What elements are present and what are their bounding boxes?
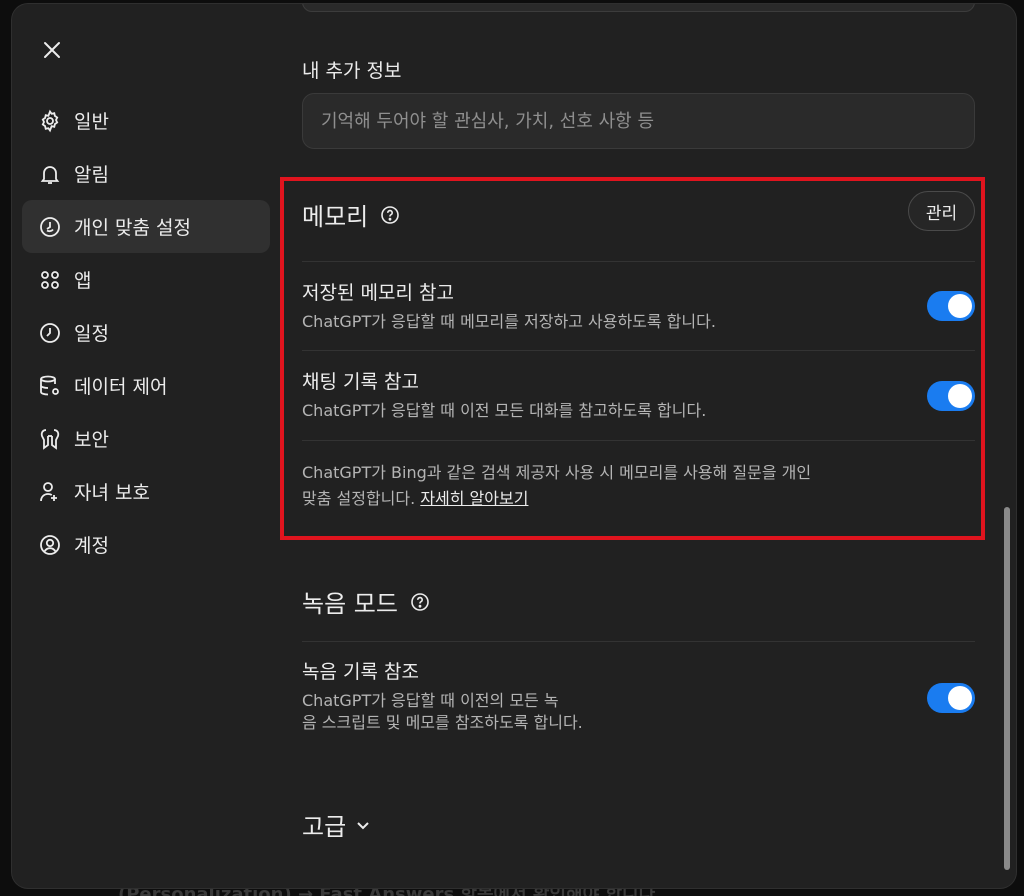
apps-grid-icon [38, 268, 62, 292]
about-you-label: 내 추가 정보 [302, 60, 402, 82]
toggle-knob [948, 686, 972, 710]
settings-content: 내 추가 정보 메모리 관리 저장된 메모리 참고 ChatGPT가 응답할 때… [302, 4, 975, 888]
scrollbar-thumb[interactable] [1004, 507, 1010, 870]
record-history-description: ChatGPT가 응답할 때 이전의 모든 녹 음 스크립트 및 메모를 참조하… [302, 690, 583, 734]
sidebar-item-label: 알림 [74, 164, 109, 186]
record-history-toggle[interactable] [927, 683, 975, 713]
sidebar-item-label: 계정 [74, 535, 109, 557]
chat-history-toggle[interactable] [927, 381, 975, 411]
close-button[interactable] [36, 34, 68, 66]
advanced-section-toggle[interactable]: 고급 [302, 807, 372, 842]
footnote-line: ChatGPT가 Bing과 같은 검색 제공자 사용 시 메모리를 사용해 질… [302, 463, 812, 482]
help-icon[interactable] [410, 592, 430, 612]
database-gear-icon [38, 374, 62, 398]
footnote-line: 맞춤 설정합니다. [302, 489, 421, 508]
security-icon [38, 427, 62, 451]
record-history-title: 녹음 기록 참조 [302, 661, 419, 683]
description-line: 음 스크립트 및 메모를 참조하도록 합니다. [302, 713, 583, 732]
sidebar-item-personalization[interactable]: 개인 맞춤 설정 [22, 200, 270, 253]
bell-icon [38, 162, 62, 186]
sidebar-item-label: 보안 [74, 429, 109, 451]
advanced-label: 고급 [302, 813, 347, 841]
about-you-field[interactable] [302, 93, 975, 149]
manage-memory-button[interactable]: 관리 [908, 191, 975, 231]
toggle-knob [948, 294, 972, 318]
sidebar-item-label: 자녀 보호 [74, 482, 150, 504]
parental-controls-icon [38, 480, 62, 504]
sidebar-item-label: 일반 [74, 111, 109, 133]
learn-more-link[interactable]: 자세히 알아보기 [420, 489, 528, 508]
saved-memories-description: ChatGPT가 응답할 때 메모리를 저장하고 사용하도록 합니다. [302, 312, 716, 331]
record-mode-section-title: 녹음 모드 [302, 584, 430, 619]
description-line: ChatGPT가 응답할 때 이전의 모든 녹 [302, 691, 559, 710]
divider [302, 440, 975, 441]
personalization-icon [38, 215, 62, 239]
saved-memories-title: 저장된 메모리 참고 [302, 282, 454, 304]
sidebar-item-label: 일정 [74, 323, 109, 345]
sidebar-item-label: 개인 맞춤 설정 [74, 217, 191, 239]
toggle-knob [948, 384, 972, 408]
divider [302, 350, 975, 351]
gear-icon [38, 109, 62, 133]
scrollbar[interactable] [1002, 4, 1012, 888]
about-you-input[interactable] [321, 110, 956, 132]
sidebar-item-label: 데이터 제어 [74, 376, 168, 398]
account-icon [38, 533, 62, 557]
chat-history-description: ChatGPT가 응답할 때 이전 모든 대화를 참고하도록 합니다. [302, 401, 707, 420]
saved-memories-toggle[interactable] [927, 291, 975, 321]
clock-icon [38, 321, 62, 345]
sidebar-item-data-controls[interactable]: 데이터 제어 [22, 359, 270, 412]
chat-history-title: 채팅 기록 참고 [302, 371, 419, 393]
memory-section-title: 메모리 [302, 197, 400, 232]
settings-nav: 일반 알림 개인 맞춤 설정 앱 일정 데이터 제어 보안 자녀 보호 계정 [22, 94, 270, 571]
record-mode-title: 녹음 모드 [302, 590, 398, 618]
settings-dialog: 일반 알림 개인 맞춤 설정 앱 일정 데이터 제어 보안 자녀 보호 계정 내… [12, 4, 1016, 888]
sidebar-item-schedule[interactable]: 일정 [22, 306, 270, 359]
memory-footnote: ChatGPT가 Bing과 같은 검색 제공자 사용 시 메모리를 사용해 질… [302, 460, 912, 512]
sidebar-item-general[interactable]: 일반 [22, 94, 270, 147]
sidebar-item-security[interactable]: 보안 [22, 412, 270, 465]
sidebar-item-apps[interactable]: 앱 [22, 253, 270, 306]
divider [302, 261, 975, 262]
chevron-down-icon [357, 821, 369, 829]
sidebar-item-label: 앱 [74, 270, 92, 292]
memory-title: 메모리 [302, 203, 369, 231]
help-icon[interactable] [380, 205, 400, 225]
previous-text-field[interactable] [302, 4, 975, 12]
divider [302, 641, 975, 642]
sidebar-item-account[interactable]: 계정 [22, 518, 270, 571]
sidebar-item-notifications[interactable]: 알림 [22, 147, 270, 200]
sidebar-item-parental-controls[interactable]: 자녀 보호 [22, 465, 270, 518]
close-icon [44, 42, 60, 58]
